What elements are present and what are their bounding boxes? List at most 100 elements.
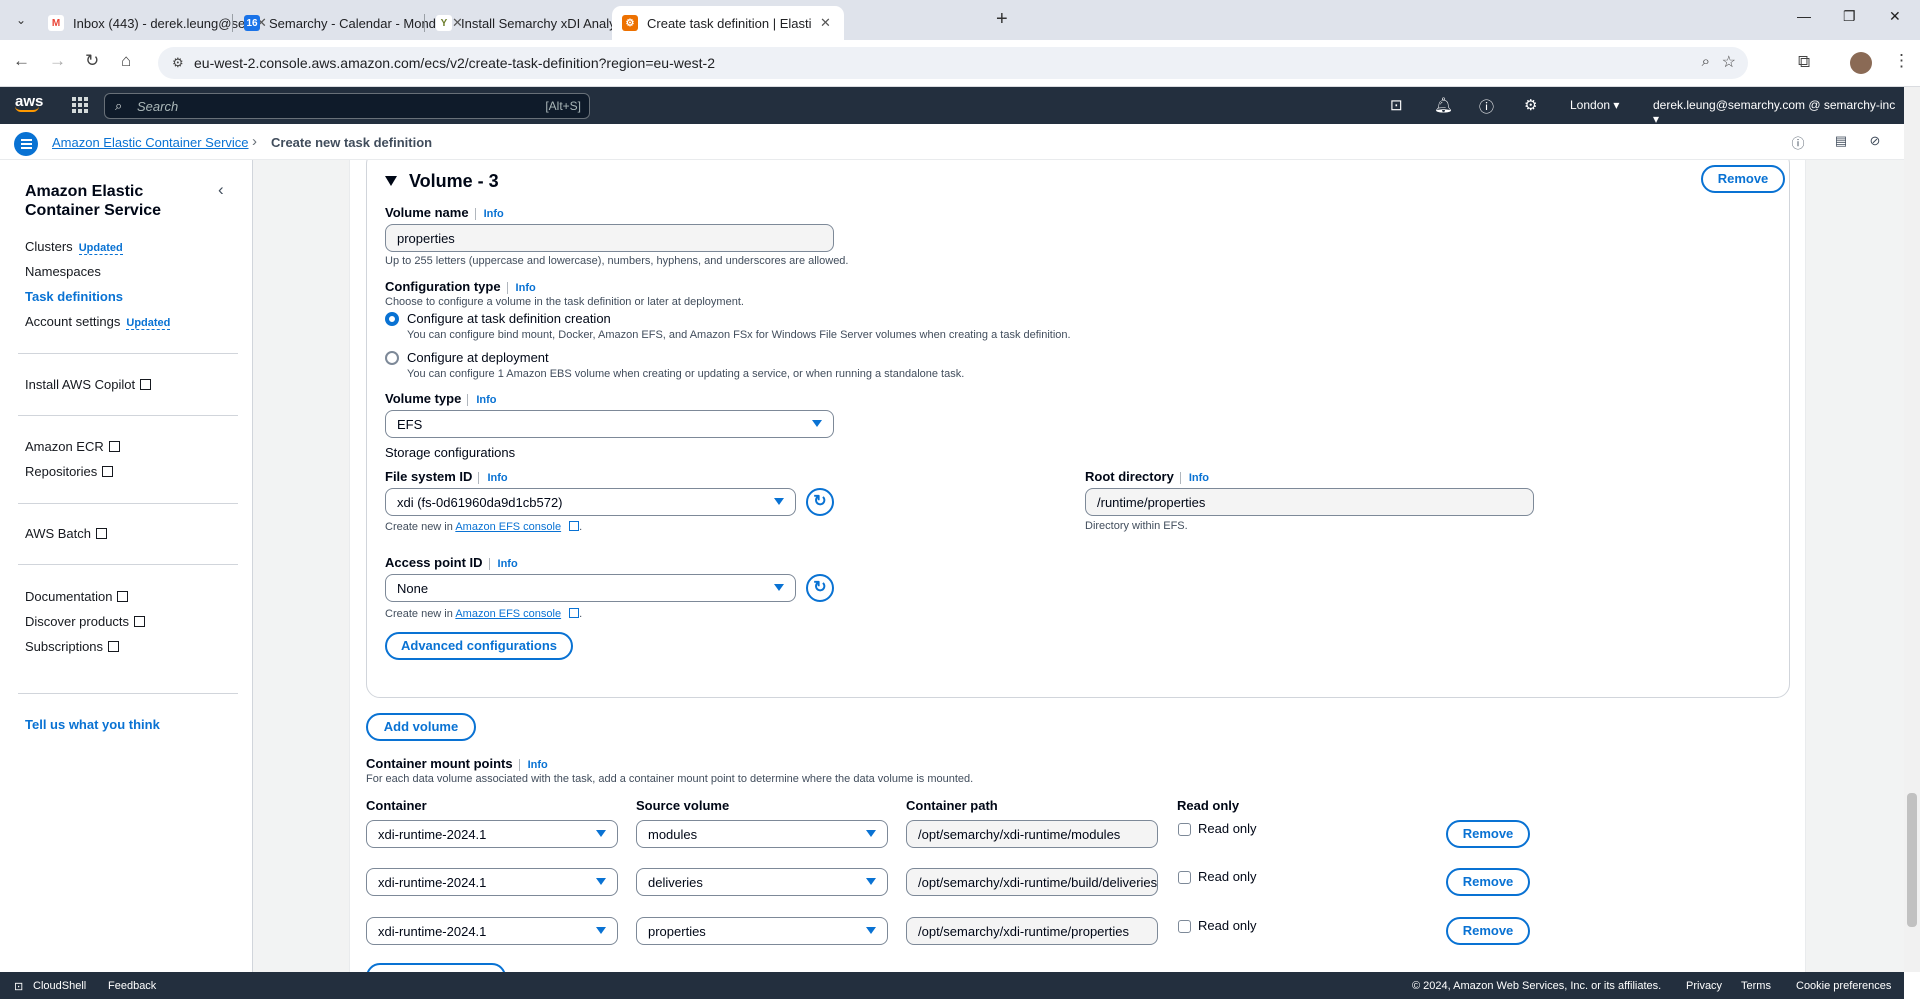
dropdown-caret-icon	[774, 498, 784, 505]
tools-panel-icon[interactable]: ▤	[1833, 133, 1849, 149]
remove-mount-button[interactable]: Remove	[1446, 820, 1530, 848]
zoom-icon[interactable]: ⌕	[1702, 53, 1710, 70]
external-link-icon	[134, 616, 146, 627]
mount-container-select[interactable]: xdi-runtime-2024.1	[366, 868, 618, 896]
sidebar-item-account-settings[interactable]: Account settings Updated	[25, 314, 171, 330]
refresh-file-systems-icon[interactable]: ↻	[806, 488, 834, 516]
cloudshell-footer-icon[interactable]: ⊡	[14, 980, 23, 993]
account-menu[interactable]: derek.leung@semarchy.com @ semarchy-inc …	[1653, 98, 1904, 126]
mount-container-path-input[interactable]: /opt/semarchy/xdi-runtime/properties	[906, 917, 1158, 945]
radio-label-creation[interactable]: Configure at task definition creation	[407, 311, 611, 326]
read-only-checkbox[interactable]	[1178, 920, 1191, 933]
radio-configure-at-creation[interactable]	[385, 312, 399, 326]
mount-container-path-input[interactable]: /opt/semarchy/xdi-runtime/modules	[906, 820, 1158, 848]
sidebar-item-discover-products[interactable]: Discover products	[25, 614, 146, 629]
radio-configure-at-deployment[interactable]	[385, 351, 399, 365]
home-icon[interactable]: ⌂	[121, 51, 131, 71]
read-only-label[interactable]: Read only	[1198, 869, 1257, 884]
sidebar-item-repositories[interactable]: Repositories	[25, 464, 114, 479]
notifications-bell-icon[interactable]: 🔔︎	[1434, 96, 1453, 114]
aws-logo[interactable]: aws	[15, 93, 43, 112]
add-volume-button[interactable]: Add volume	[366, 713, 476, 741]
radio-label-deployment[interactable]: Configure at deployment	[407, 350, 549, 365]
add-mount-point-button[interactable]	[366, 963, 506, 972]
info-link[interactable]: Info	[474, 208, 504, 220]
minimize-icon[interactable]: —	[1797, 8, 1811, 24]
terms-link[interactable]: Terms	[1741, 980, 1771, 992]
close-window-icon[interactable]: ✕	[1889, 8, 1901, 25]
side-nav-menu-icon[interactable]	[14, 132, 38, 156]
tab-search-icon[interactable]: ⌄	[10, 9, 32, 31]
mount-container-path-input[interactable]: /opt/semarchy/xdi-runtime/build/deliveri…	[906, 868, 1158, 896]
info-link[interactable]: Info	[518, 759, 548, 771]
close-tab-icon[interactable]: ✕	[820, 15, 831, 31]
mount-source-volume-select[interactable]: modules	[636, 820, 888, 848]
read-only-checkbox[interactable]	[1178, 871, 1191, 884]
cookie-preferences-link[interactable]: Cookie preferences	[1796, 980, 1891, 992]
bookmark-star-icon[interactable]: ☆	[1722, 52, 1736, 72]
extensions-icon[interactable]: ⧉	[1798, 52, 1810, 72]
mount-source-volume-select[interactable]: deliveries	[636, 868, 888, 896]
cloudshell-icon[interactable]: ⊡	[1390, 96, 1403, 114]
file-system-id-select[interactable]: xdi (fs-0d61960da9d1cb572)	[385, 488, 796, 516]
feedback-link[interactable]: Feedback	[108, 980, 156, 992]
volume-title[interactable]: Volume - 3	[385, 171, 499, 192]
sidebar-item-subscriptions[interactable]: Subscriptions	[25, 639, 120, 654]
sidebar-feedback-link[interactable]: Tell us what you think	[25, 717, 160, 732]
mount-container-select[interactable]: xdi-runtime-2024.1	[366, 820, 618, 848]
sidebar-item-aws-batch[interactable]: AWS Batch	[25, 526, 107, 541]
services-grid-icon[interactable]	[72, 97, 88, 113]
collapse-sidebar-icon[interactable]: ‹	[218, 180, 224, 200]
info-link[interactable]: Info	[488, 558, 518, 570]
site-info-icon[interactable]: ⚙	[172, 55, 184, 71]
page-scrollbar[interactable]	[1904, 87, 1920, 972]
mount-container-select[interactable]: xdi-runtime-2024.1	[366, 917, 618, 945]
sidebar-item-documentation[interactable]: Documentation	[25, 589, 129, 604]
info-link[interactable]: Info	[1179, 472, 1210, 484]
breadcrumb-ecs-link[interactable]: Amazon Elastic Container Service	[52, 135, 249, 150]
mount-source-volume-select[interactable]: properties	[636, 917, 888, 945]
remove-volume-button[interactable]: Remove	[1701, 165, 1785, 193]
access-point-id-select[interactable]: None	[385, 574, 796, 602]
efs-console-link[interactable]: Amazon EFS console	[455, 521, 561, 533]
url-field[interactable]: ⚙ eu-west-2.console.aws.amazon.com/ecs/v…	[158, 47, 1748, 79]
profile-avatar[interactable]	[1850, 52, 1872, 74]
volume-type-select[interactable]: EFS	[385, 410, 834, 438]
read-only-label[interactable]: Read only	[1198, 918, 1257, 933]
remove-mount-button[interactable]: Remove	[1446, 868, 1530, 896]
settings-gear-icon[interactable]: ⚙	[1524, 96, 1537, 114]
read-only-checkbox[interactable]	[1178, 823, 1191, 836]
sidebar-item-ecr[interactable]: Amazon ECR	[25, 439, 120, 454]
new-tab-button[interactable]: +	[996, 8, 1008, 31]
sidebar-item-task-definitions[interactable]: Task definitions	[25, 289, 123, 304]
remove-mount-button[interactable]: Remove	[1446, 917, 1530, 945]
cloudshell-link[interactable]: CloudShell	[33, 980, 86, 992]
efs-console-link[interactable]: Amazon EFS console	[455, 608, 561, 620]
scrollbar-thumb[interactable]	[1907, 793, 1917, 927]
restore-icon[interactable]: ❐	[1843, 8, 1856, 25]
info-link[interactable]: Info	[478, 472, 508, 484]
url-text[interactable]: eu-west-2.console.aws.amazon.com/ecs/v2/…	[194, 55, 715, 71]
resources-panel-icon[interactable]: ⊘	[1867, 133, 1883, 149]
reload-icon[interactable]: ↻	[85, 51, 99, 71]
volume-name-input[interactable]: properties	[385, 224, 834, 252]
info-link[interactable]: Info	[467, 394, 497, 406]
root-directory-input[interactable]: /runtime/properties	[1085, 488, 1534, 516]
help-icon[interactable]: ⓘ	[1479, 96, 1494, 117]
read-only-label[interactable]: Read only	[1198, 821, 1257, 836]
region-selector[interactable]: London ▾	[1570, 98, 1619, 112]
forward-icon[interactable]: →	[49, 51, 66, 71]
column-header-container: Container	[366, 798, 427, 813]
browser-menu-icon[interactable]: ⋮	[1893, 51, 1910, 71]
info-panel-icon[interactable]: ⓘ	[1790, 133, 1806, 151]
info-link[interactable]: Info	[506, 282, 536, 294]
sidebar-item-install-copilot[interactable]: Install AWS Copilot	[25, 377, 152, 392]
advanced-configurations-button[interactable]: Advanced configurations	[385, 632, 573, 660]
sidebar-item-namespaces[interactable]: Namespaces	[25, 264, 101, 279]
refresh-access-points-icon[interactable]: ↻	[806, 574, 834, 602]
browser-tab-ecs[interactable]: ⚙ Create task definition | Elastic C ✕	[612, 6, 844, 40]
back-icon[interactable]: ←	[13, 51, 30, 71]
sidebar-item-clusters[interactable]: Clusters Updated	[25, 239, 123, 255]
aws-search-input[interactable]: ⌕ Search [Alt+S]	[104, 93, 590, 119]
privacy-link[interactable]: Privacy	[1686, 980, 1722, 992]
